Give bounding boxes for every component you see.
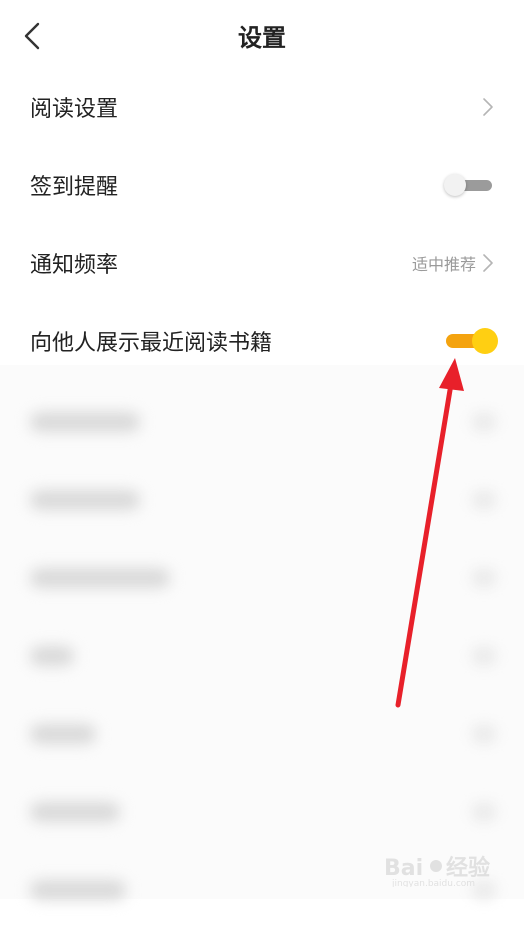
- toggle-knob: [444, 174, 466, 196]
- blurred-control: [472, 412, 496, 432]
- setting-label: 向他人展示最近阅读书籍: [30, 331, 273, 356]
- blurred-label: [30, 490, 140, 510]
- svg-text:经验: 经验: [446, 855, 490, 881]
- setting-row-notify-frequency[interactable]: 通知频率 适中推荐: [0, 224, 524, 302]
- blurred-label: [30, 802, 120, 822]
- blurred-row: [0, 773, 524, 851]
- blurred-control: [472, 490, 496, 510]
- setting-label: 阅读设置: [30, 97, 119, 122]
- chevron-right-icon: [483, 254, 493, 272]
- blurred-control: [472, 568, 496, 588]
- blurred-row: [0, 539, 524, 617]
- blurred-row: [0, 695, 524, 773]
- blurred-label: [30, 412, 140, 432]
- blurred-row: [0, 461, 524, 539]
- svg-text:jingyan.baidu.com: jingyan.baidu.com: [391, 879, 475, 887]
- blurred-control: [472, 802, 496, 822]
- blurred-control: [472, 724, 496, 744]
- setting-label: 签到提醒: [30, 175, 119, 200]
- setting-row-checkin-reminder: 签到提醒: [0, 146, 524, 224]
- blurred-label: [30, 568, 170, 588]
- blurred-settings-list: [0, 365, 524, 900]
- header-bar: 设置: [0, 0, 524, 72]
- blurred-row: [0, 383, 524, 461]
- baidu-jingyan-watermark: Bai 经验 jingyan.baidu.com: [384, 853, 494, 889]
- blurred-control: [472, 646, 496, 666]
- svg-text:Bai: Bai: [384, 856, 423, 881]
- blurred-label: [30, 724, 96, 744]
- setting-label: 通知频率: [30, 253, 119, 278]
- setting-row-reading[interactable]: 阅读设置: [0, 68, 524, 146]
- blurred-label: [30, 880, 126, 900]
- show-recent-books-toggle[interactable]: [446, 328, 498, 354]
- setting-value: 适中推荐: [411, 255, 476, 274]
- checkin-reminder-toggle[interactable]: [444, 173, 494, 197]
- blurred-label: [30, 646, 74, 666]
- blurred-row: [0, 617, 524, 695]
- page-title: 设置: [238, 24, 286, 52]
- toggle-knob: [472, 328, 498, 354]
- chevron-right-icon: [483, 98, 493, 116]
